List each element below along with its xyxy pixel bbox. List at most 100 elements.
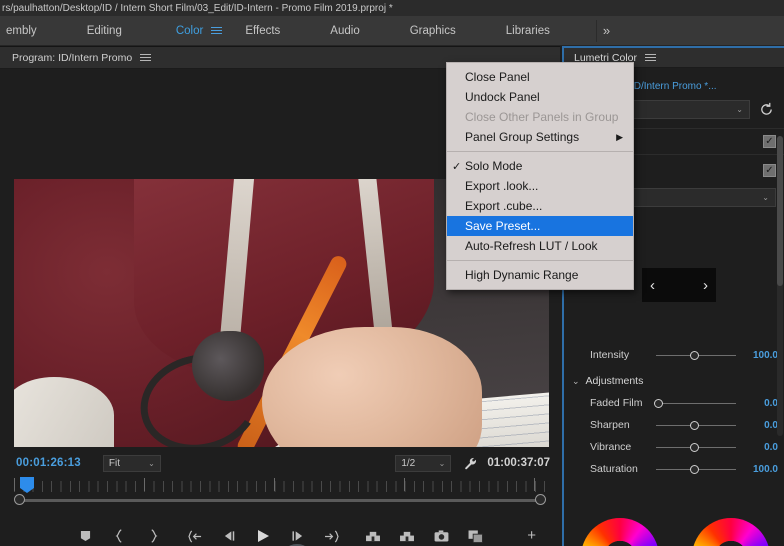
adjustments-label: Adjustments <box>585 375 644 387</box>
program-panel-menu-icon[interactable] <box>140 52 152 64</box>
program-panel-tab-label[interactable]: Program: ID/Intern Promo <box>12 52 132 64</box>
workspace-menu-icon[interactable] <box>209 16 223 46</box>
color-wheels-row: Shadow Tint Highlight Tint <box>564 518 784 546</box>
workspace-tab-color[interactable]: Color <box>172 16 207 46</box>
vibrance-slider[interactable] <box>656 441 736 453</box>
sharpen-slider-row: Sharpen 0.0 <box>564 414 784 436</box>
submenu-arrow-icon: ▶ <box>616 131 623 142</box>
reset-effect-icon[interactable] <box>756 102 776 116</box>
program-zoom-scrollbar[interactable] <box>14 494 546 506</box>
program-time-row: 00:01:26:13 Fit ⌄ 1/2 ⌄ 01:00:37:07 <box>0 449 560 477</box>
comparison-view-button[interactable] <box>466 527 484 545</box>
workspace-tab-graphics[interactable]: Graphics <box>406 16 460 46</box>
playback-resolution-value: 1/2 <box>401 457 416 469</box>
highlight-tint-wheel-group: Highlight Tint <box>691 518 770 546</box>
context-menu-item-export-cube[interactable]: Export .cube... <box>447 196 633 216</box>
workspace-tab-label: Audio <box>330 24 360 37</box>
workspace-tab-assembly[interactable]: embly <box>2 16 41 46</box>
faded-film-slider-row: Faded Film 0.0 <box>564 392 784 414</box>
section-enable-checkbox[interactable]: ✓ <box>763 135 776 148</box>
workspace-tab-label: Graphics <box>409 24 456 37</box>
context-menu-item-undock-panel[interactable]: Undock Panel <box>447 87 633 107</box>
playhead-timecode[interactable]: 00:01:26:13 <box>16 457 81 469</box>
project-path-title: rs/paulhatton/Desktop/ID / Intern Short … <box>2 2 393 14</box>
workspace-tab-libraries[interactable]: Libraries <box>502 16 554 46</box>
breadcrumb-sequence-name[interactable]: ID/Intern Promo *... <box>631 81 717 92</box>
vibrance-label: Vibrance <box>590 441 632 453</box>
workspace-tab-label: Editing <box>86 24 122 37</box>
mark-out-button[interactable] <box>144 527 162 545</box>
lift-button[interactable] <box>364 527 382 545</box>
workspace-tab-label: Libraries <box>505 24 550 37</box>
context-menu-item-solo-mode[interactable]: ✓ Solo Mode <box>447 156 633 176</box>
look-next-icon[interactable]: › <box>703 277 708 294</box>
zoom-handle-left[interactable] <box>14 494 25 505</box>
context-menu-item-label: Save Preset... <box>465 219 541 233</box>
faded-film-slider[interactable] <box>653 397 736 409</box>
workspace-overflow-icon[interactable]: » <box>603 16 610 46</box>
context-menu-item-label: Close Panel <box>465 70 530 84</box>
chevron-down-icon: ⌄ <box>572 375 580 386</box>
step-back-button[interactable] <box>220 527 238 545</box>
adjustments-section-header[interactable]: ⌄ Adjustments <box>564 370 784 392</box>
saturation-slider-row: Saturation 100.0 <box>564 458 784 480</box>
look-prev-icon[interactable]: ‹ <box>650 277 655 294</box>
vibrance-value[interactable]: 0.0 <box>742 442 778 453</box>
context-menu-item-panel-group-settings[interactable]: Panel Group Settings ▶ <box>447 127 633 147</box>
workspace-overflow-label: » <box>602 23 611 38</box>
export-frame-button[interactable] <box>432 527 450 545</box>
saturation-value[interactable]: 100.0 <box>742 464 778 475</box>
context-menu-item-label: Close Other Panels in Group <box>465 110 619 124</box>
context-menu-item-label: Undock Panel <box>465 90 540 104</box>
sharpen-slider-handle[interactable] <box>689 421 699 430</box>
workspace-tab-editing[interactable]: Editing <box>83 16 126 46</box>
intensity-slider[interactable] <box>656 349 736 361</box>
zoom-handle-right[interactable] <box>535 494 546 505</box>
saturation-slider-handle[interactable] <box>689 465 699 474</box>
context-menu-item-high-dynamic-range[interactable]: High Dynamic Range <box>447 265 633 285</box>
program-playhead[interactable] <box>20 477 34 493</box>
scrollbar-thumb[interactable] <box>777 136 783 286</box>
context-menu-item-auto-refresh-lut-look[interactable]: Auto-Refresh LUT / Look <box>447 236 633 256</box>
sharpen-label: Sharpen <box>590 419 630 431</box>
workspace-divider <box>595 19 597 42</box>
context-menu-item-export-look[interactable]: Export .look... <box>447 176 633 196</box>
look-preview-thumbnail[interactable]: ‹ › <box>642 268 716 302</box>
extract-button[interactable] <box>398 527 416 545</box>
zoom-level-select[interactable]: Fit ⌄ <box>102 454 161 472</box>
workspace-tab-label: Color <box>175 24 204 37</box>
intensity-slider-handle[interactable] <box>689 351 699 360</box>
sharpen-value[interactable]: 0.0 <box>742 420 778 431</box>
button-editor-button[interactable]: + <box>527 527 536 544</box>
mark-in-button[interactable] <box>110 527 128 545</box>
faded-film-value[interactable]: 0.0 <box>742 398 778 409</box>
intensity-value[interactable]: 100.0 <box>742 350 778 361</box>
sharpen-slider[interactable] <box>656 419 736 431</box>
play-stop-button[interactable] <box>254 527 272 545</box>
lumetri-vertical-scrollbar[interactable] <box>777 136 783 436</box>
vibrance-slider-handle[interactable] <box>689 443 699 452</box>
add-marker-button[interactable] <box>76 527 94 545</box>
saturation-slider[interactable] <box>656 463 736 475</box>
faded-film-slider-handle[interactable] <box>653 399 663 408</box>
program-scrub-bar[interactable] <box>0 477 560 505</box>
panel-context-menu: Close Panel Undock Panel Close Other Panel… <box>446 62 634 290</box>
intensity-slider-row: Intensity 100.0 <box>564 344 784 366</box>
lumetri-panel-menu-icon[interactable] <box>645 52 657 64</box>
go-to-in-button[interactable] <box>186 527 204 545</box>
playback-resolution-select[interactable]: 1/2 ⌄ <box>395 454 452 472</box>
context-menu-item-save-preset[interactable]: Save Preset... <box>447 216 633 236</box>
program-transport-bar: + <box>0 519 560 546</box>
section-enable-checkbox[interactable]: ✓ <box>763 164 776 177</box>
go-to-out-button[interactable] <box>322 527 340 545</box>
highlight-tint-wheel[interactable] <box>691 518 770 546</box>
workspace-tab-label: embly <box>6 24 37 37</box>
context-menu-item-label: Export .cube... <box>465 199 543 213</box>
check-icon: ✓ <box>765 136 774 147</box>
workspace-tab-audio[interactable]: Audio <box>326 16 363 46</box>
shadow-tint-wheel[interactable] <box>580 518 659 546</box>
step-forward-button[interactable] <box>288 527 306 545</box>
workspace-tab-effects[interactable]: Effects <box>241 16 284 46</box>
context-menu-item-close-panel[interactable]: Close Panel <box>447 67 633 87</box>
settings-wrench-icon[interactable] <box>461 457 479 470</box>
